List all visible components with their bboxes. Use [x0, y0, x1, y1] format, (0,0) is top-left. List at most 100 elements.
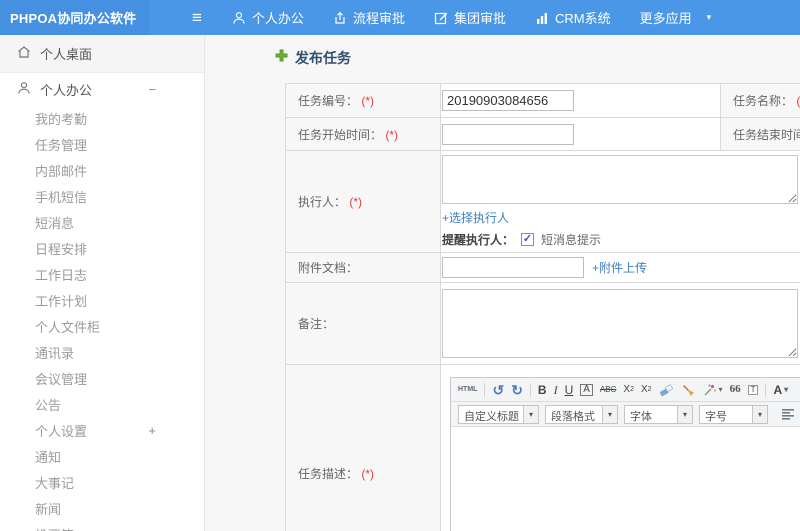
sidebar-item[interactable]: 任务管理 [0, 131, 204, 157]
sidebar-item[interactable]: 个人文件柜 [0, 313, 204, 339]
sidebar-item-label: 手机短信 [35, 189, 88, 205]
field-label: 任务结束时间： [733, 127, 800, 142]
sidebar-item-label: 新闻 [35, 501, 62, 517]
paste-text-icon[interactable]: T [747, 384, 759, 395]
chevron-down-icon: ▾ [718, 384, 723, 394]
expand-plus-icon[interactable]: + [148, 423, 156, 438]
start-time-field-cell [440, 117, 721, 151]
align-left-icon[interactable] [782, 408, 795, 420]
select-value: 字号 [705, 410, 727, 423]
task-name-label-cell: 任务名称： (*) [720, 83, 800, 118]
field-label: 附件文档： [298, 261, 359, 275]
description-label-cell: 任务描述： (*) [285, 364, 441, 531]
strikethrough-button[interactable]: ABC [600, 385, 616, 394]
person-icon [232, 11, 246, 25]
sidebar-item[interactable]: 工作日志 [0, 261, 204, 287]
sidebar-item[interactable]: 会议管理 [0, 365, 204, 391]
executor-textarea[interactable] [442, 155, 798, 204]
form-row-executor: 执行人： (*) +选择执行人 提醒执行人： ✓ 短消息提示 [285, 150, 800, 253]
task-number-input[interactable] [442, 90, 574, 111]
magic-wand-icon[interactable]: ▾ [702, 383, 723, 397]
hamburger-menu-icon[interactable]: ≡ [192, 0, 202, 35]
attachment-input[interactable] [442, 257, 584, 278]
sidebar-item-label: 工作日志 [35, 267, 88, 283]
font-size-select[interactable]: 字号 ▾ [699, 404, 768, 424]
nav-label: 流程审批 [352, 11, 405, 26]
nav-label: CRM系统 [554, 11, 611, 26]
subscript-button[interactable]: X2 [641, 384, 652, 395]
person-icon [17, 81, 31, 98]
field-label: 任务名称： [733, 94, 794, 108]
sidebar-item[interactable]: 我的考勤 [0, 105, 204, 131]
nav-label: 更多应用 [639, 11, 692, 26]
nav-item-process-approval[interactable]: 流程审批 [333, 8, 405, 27]
sidebar-item[interactable]: 内部邮件 [0, 157, 204, 183]
form-row-attachment: 附件文档： +附件上传 [285, 252, 800, 283]
sidebar-item-label: 会议管理 [35, 371, 88, 387]
sidebar-item[interactable]: 通知 [0, 443, 204, 469]
editor-content-area[interactable] [451, 427, 800, 531]
sidebar-item[interactable]: 手机短信 [0, 183, 204, 209]
border-text-button[interactable]: A [580, 383, 593, 396]
paragraph-format-select[interactable]: 段落格式 ▾ [545, 404, 618, 424]
sms-checkbox-label[interactable]: 短消息提示 [541, 231, 601, 248]
chevron-down-icon: ▾ [602, 405, 617, 423]
sidebar-item[interactable]: 大事记 [0, 469, 204, 495]
remark-field-cell [440, 282, 800, 365]
superscript-button[interactable]: X2 [623, 384, 634, 395]
underline-button[interactable]: U [565, 384, 574, 396]
bold-button[interactable]: B [538, 384, 547, 396]
font-family-select[interactable]: 字体 ▾ [624, 404, 693, 424]
sidebar-item[interactable]: 投票箱 [0, 521, 204, 531]
nav-item-group-approval[interactable]: 集团审批 [434, 8, 506, 27]
home-icon [17, 45, 31, 62]
remark-textarea[interactable] [442, 289, 798, 358]
attachment-upload-link[interactable]: +附件上传 [592, 259, 647, 276]
sidebar-item-label: 通讯录 [35, 345, 75, 361]
bar-chart-icon [535, 11, 549, 25]
sidebar-item[interactable]: 通讯录 [0, 339, 204, 365]
sidebar-item-label: 个人设置 [35, 423, 88, 439]
sidebar-group-personal-office[interactable]: 个人办公 − [0, 73, 204, 105]
form-row-remark: 备注： [285, 282, 800, 365]
editor-toolbar-bottom: 自定义标题 ▾ 段落格式 ▾ 字体 ▾ 字号 ▾ [451, 402, 800, 427]
start-time-input[interactable] [442, 123, 574, 145]
form-row-task-number: 任务编号： (*) 任务名称： (*) [285, 83, 800, 118]
chevron-down-icon: ▾ [784, 384, 789, 394]
sidebar-item-desktop[interactable]: 个人桌面 [0, 35, 204, 73]
sidebar-item-label: 内部邮件 [35, 163, 88, 179]
select-value: 自定义标题 [464, 410, 519, 423]
redo-icon[interactable]: ↻ [511, 383, 523, 397]
choose-executor-link[interactable]: +选择执行人 [442, 211, 509, 225]
nav-item-more-apps[interactable]: 更多应用 ▾ [640, 8, 712, 27]
sms-checkbox[interactable]: ✓ [521, 233, 535, 246]
blockquote-button[interactable]: 66 [730, 384, 741, 395]
sidebar-item[interactable]: 工作计划 [0, 287, 204, 313]
field-label: 任务编号： [298, 94, 359, 108]
page-title-text: 发布任务 [295, 50, 351, 66]
collapse-minus-icon[interactable]: − [148, 82, 156, 97]
html-source-button[interactable]: HTML [458, 386, 477, 393]
undo-icon[interactable]: ↺ [492, 383, 504, 397]
nav-item-personal-office[interactable]: 个人办公 [232, 8, 304, 27]
sidebar-item-label: 我的考勤 [35, 111, 88, 127]
sidebar-item-label: 个人文件柜 [35, 319, 101, 335]
sidebar-item[interactable]: 短消息 [0, 209, 204, 235]
sidebar-group-label: 个人办公 [40, 82, 93, 98]
sidebar-item-label: 通知 [35, 449, 62, 465]
sidebar-item[interactable]: 个人设置 + [0, 417, 204, 443]
italic-button[interactable]: I [554, 384, 558, 396]
custom-heading-select[interactable]: 自定义标题 ▾ [458, 404, 539, 424]
sidebar-item[interactable]: 新闻 [0, 495, 204, 521]
sidebar-item[interactable]: 公告 [0, 391, 204, 417]
sidebar-item-label: 日程安排 [35, 241, 88, 257]
nav-label: 集团审批 [453, 11, 506, 26]
start-time-label-cell: 任务开始时间： (*) [285, 117, 441, 151]
eraser-icon[interactable] [659, 383, 674, 397]
required-mark: (*) [385, 127, 399, 142]
format-brush-icon[interactable] [681, 383, 695, 397]
font-color-button[interactable]: A ▾ [773, 384, 788, 396]
nav-item-crm[interactable]: CRM系统 [535, 8, 611, 27]
sidebar-item[interactable]: 日程安排 [0, 235, 204, 261]
sidebar-item-label: 公告 [35, 397, 62, 413]
